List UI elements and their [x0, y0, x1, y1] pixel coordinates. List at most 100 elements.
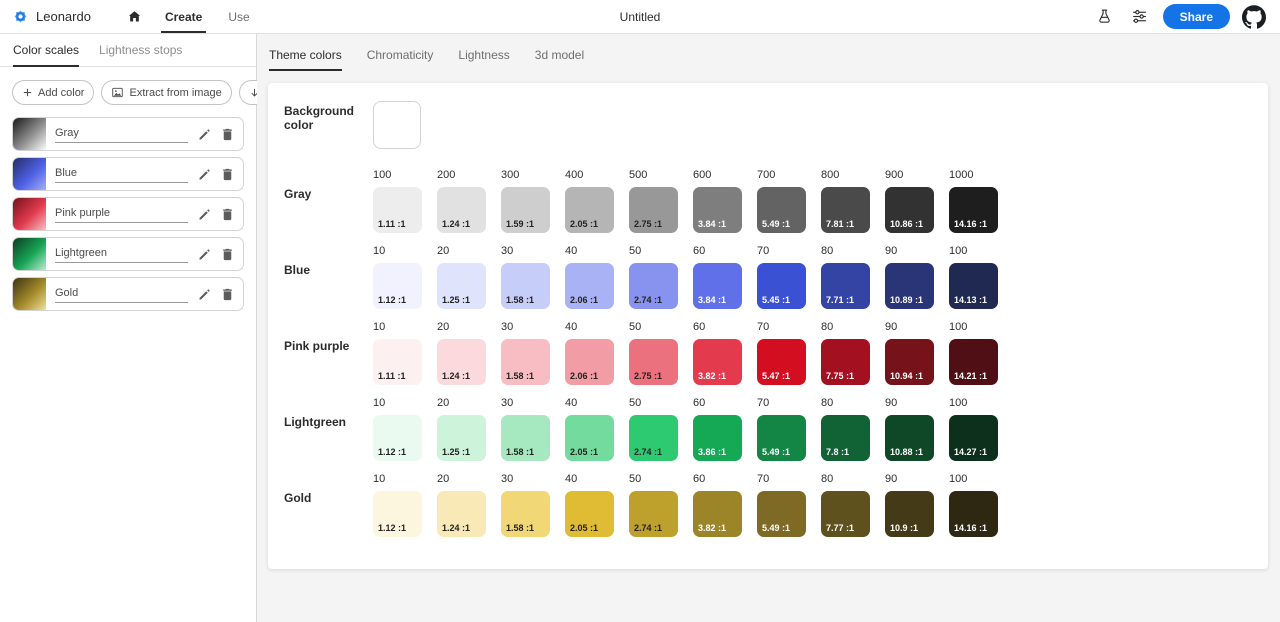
tab-theme-colors[interactable]: Theme colors	[269, 48, 342, 71]
swatch-step-label: 50	[629, 245, 642, 257]
swatch: 90 10.94 :1	[885, 321, 934, 385]
swatch-step-label: 90	[885, 473, 898, 485]
tab-lightness[interactable]: Lightness	[458, 48, 509, 71]
swatch: 30 1.58 :1	[501, 321, 550, 385]
edit-icon[interactable]	[197, 127, 212, 142]
color-scale-item[interactable]: Blue	[12, 157, 244, 191]
color-scale-item[interactable]: Lightgreen	[12, 237, 244, 271]
edit-icon[interactable]	[197, 167, 212, 182]
swatch-contrast-ratio: 1.25 :1	[442, 447, 471, 457]
github-icon[interactable]	[1241, 4, 1266, 29]
swatch: 200 1.24 :1	[437, 169, 486, 233]
swatch-box: 14.21 :1	[949, 339, 998, 385]
swatch-box: 10.89 :1	[885, 263, 934, 309]
swatch-contrast-ratio: 14.16 :1	[954, 523, 988, 533]
color-name-input[interactable]: Blue	[55, 166, 188, 183]
swatch-box: 1.58 :1	[501, 339, 550, 385]
swatch-contrast-ratio: 2.05 :1	[570, 219, 599, 229]
leonardo-logo[interactable]: Leonardo	[12, 0, 91, 33]
swatch: 700 5.49 :1	[757, 169, 806, 233]
theme-color-row: Pink purple 10 1.11 :1 20 1.24 :1 30 1.5…	[284, 321, 1252, 385]
swatch-contrast-ratio: 2.75 :1	[634, 219, 663, 229]
swatch-contrast-ratio: 10.88 :1	[890, 447, 924, 457]
swatch-step-label: 100	[949, 473, 968, 485]
flask-icon[interactable]	[1093, 5, 1117, 29]
swatch-box: 10.86 :1	[885, 187, 934, 233]
share-button[interactable]: Share	[1162, 4, 1230, 29]
delete-icon[interactable]	[220, 127, 235, 142]
color-name-input[interactable]: Lightgreen	[55, 246, 188, 263]
swatch-contrast-ratio: 7.77 :1	[826, 523, 855, 533]
color-name-input[interactable]: Gray	[55, 126, 188, 143]
swatch-contrast-ratio: 3.82 :1	[698, 371, 727, 381]
swatch: 10 1.12 :1	[373, 245, 422, 309]
swatch-contrast-ratio: 1.58 :1	[506, 447, 535, 457]
color-scale-item[interactable]: Gray	[12, 117, 244, 151]
tab-create[interactable]: Create	[152, 0, 215, 33]
swatch-box: 14.16 :1	[949, 491, 998, 537]
swatch: 100 14.21 :1	[949, 321, 998, 385]
swatch-step-label: 100	[949, 397, 968, 409]
add-color-button[interactable]: Add color	[12, 80, 95, 105]
swatch-contrast-ratio: 2.05 :1	[570, 523, 599, 533]
swatch: 10 1.12 :1	[373, 473, 422, 537]
tab-chromaticity[interactable]: Chromaticity	[367, 48, 434, 71]
swatch-box: 10.9 :1	[885, 491, 934, 537]
swatch: 20 1.24 :1	[437, 473, 486, 537]
swatch-box: 5.45 :1	[757, 263, 806, 309]
main-panel: Theme colors Chromaticity Lightness 3d m…	[257, 34, 1280, 622]
swatch: 300 1.59 :1	[501, 169, 550, 233]
swatch-step-label: 50	[629, 397, 642, 409]
settings-sliders-icon[interactable]	[1128, 5, 1152, 29]
swatch-box: 1.12 :1	[373, 263, 422, 309]
swatch-contrast-ratio: 14.16 :1	[954, 219, 988, 229]
tab-3d-model[interactable]: 3d model	[535, 48, 584, 71]
swatch-box: 1.25 :1	[437, 263, 486, 309]
swatch-step-label: 70	[757, 245, 770, 257]
swatch: 100 14.16 :1	[949, 473, 998, 537]
edit-icon[interactable]	[197, 207, 212, 222]
swatch: 30 1.58 :1	[501, 473, 550, 537]
swatch-box: 1.11 :1	[373, 339, 422, 385]
edit-icon[interactable]	[197, 247, 212, 262]
swatch-contrast-ratio: 1.12 :1	[378, 295, 407, 305]
swatch-contrast-ratio: 10.89 :1	[890, 295, 924, 305]
swatch-box: 1.12 :1	[373, 491, 422, 537]
app-body: Color scales Lightness stops Add color E…	[0, 34, 1280, 622]
color-name-input[interactable]: Gold	[55, 286, 188, 303]
edit-icon[interactable]	[197, 287, 212, 302]
swatch-box: 5.47 :1	[757, 339, 806, 385]
swatch: 60 3.86 :1	[693, 397, 742, 461]
swatch-step-label: 60	[693, 473, 706, 485]
swatch-box: 2.06 :1	[565, 263, 614, 309]
swatch-step-label: 50	[629, 473, 642, 485]
swatch-box: 1.12 :1	[373, 415, 422, 461]
extract-from-image-button[interactable]: Extract from image	[101, 80, 232, 105]
swatch-contrast-ratio: 3.84 :1	[698, 295, 727, 305]
swatch-step-label: 40	[565, 321, 578, 333]
tab-lightness-stops[interactable]: Lightness stops	[99, 34, 182, 66]
delete-icon[interactable]	[220, 207, 235, 222]
swatch-step-label: 70	[757, 321, 770, 333]
swatch-step-label: 70	[757, 473, 770, 485]
delete-icon[interactable]	[220, 287, 235, 302]
delete-icon[interactable]	[220, 167, 235, 182]
home-icon[interactable]	[117, 0, 152, 33]
color-scale-item[interactable]: Pink purple	[12, 197, 244, 231]
tab-use[interactable]: Use	[215, 0, 262, 33]
row-label: Pink purple	[284, 339, 350, 353]
swatch-box: 3.84 :1	[693, 187, 742, 233]
swatch-step-label: 800	[821, 169, 840, 181]
color-scale-item[interactable]: Gold	[12, 277, 244, 311]
topbar-actions: Share	[1093, 0, 1266, 33]
delete-icon[interactable]	[220, 247, 235, 262]
swatch-step-label: 90	[885, 397, 898, 409]
swatch-step-label: 700	[757, 169, 776, 181]
swatch-box: 3.84 :1	[693, 263, 742, 309]
color-name-input[interactable]: Pink purple	[55, 206, 188, 223]
color-gradient-swatch	[13, 118, 46, 150]
swatch-box: 1.58 :1	[501, 491, 550, 537]
swatch-step-label: 10	[373, 473, 386, 485]
row-label: Blue	[284, 263, 311, 277]
tab-color-scales[interactable]: Color scales	[13, 34, 80, 67]
